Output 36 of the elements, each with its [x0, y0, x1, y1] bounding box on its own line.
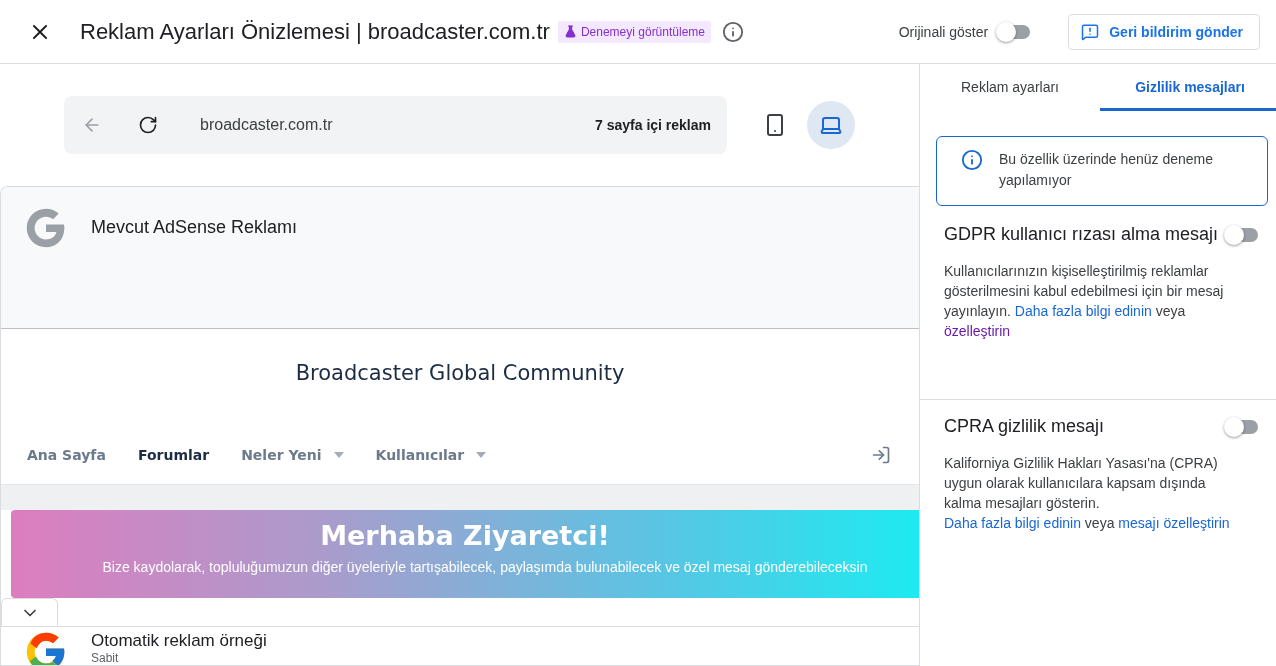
- feedback-button[interactable]: Geri bildirim gönder: [1068, 13, 1260, 50]
- g-logo-icon: [25, 207, 67, 249]
- site-title: Broadcaster Global Community: [294, 360, 626, 387]
- login-icon[interactable]: [871, 444, 891, 465]
- message-toggle[interactable]: [1224, 416, 1260, 437]
- notice-text: Bu özellik üzerinde henüz deneme yapılamıyor: [999, 150, 1215, 190]
- learn-link[interactable]: özelleştirin: [944, 323, 1011, 339]
- nav-link[interactable]: Neler Yeni: [241, 446, 344, 463]
- reload-icon: [138, 115, 158, 135]
- nav-link[interactable]: Forumlar: [137, 446, 210, 463]
- banner-title: Merhaba Ziyaretci!: [320, 520, 610, 551]
- learn-link[interactable]: Daha fazla bilgi edinin: [944, 515, 1081, 531]
- section-title: CPRA gizlilik mesajı: [944, 416, 1105, 437]
- desktop-view-button[interactable]: [807, 101, 855, 149]
- ad-title: Mevcut AdSense Reklamı: [91, 217, 298, 238]
- learn-link[interactable]: Daha fazla bilgi edinin: [1014, 303, 1152, 319]
- g-logo-icon: [25, 631, 67, 665]
- section-description: Kaliforniya Gizlilik Hakları Yasası'na (CPRA) uygun olarak kullanıcılara kapsam dışında kalma mesajları gösterin. Daha fazla bilgi edinin veya mesajı özelleştirin: [944, 454, 1231, 533]
- feedback-icon: [1081, 22, 1100, 41]
- section-title: GDPR kullanıcı rızası alma mesajı: [944, 224, 1219, 245]
- ad-title: Otomatik reklam örneği: [91, 631, 267, 651]
- info-icon: [961, 149, 983, 171]
- section-description: Kullanıcılarınızın kişiselleştirilmiş reklamlar gösterilmesini kabul edebilmesi için bir mesaj yayınlayın. Daha fazla bilgi edinin veya özelleştirin: [944, 262, 1225, 341]
- learn-link[interactable]: mesajı özelleştirin: [1118, 515, 1230, 531]
- message-toggle[interactable]: [1224, 224, 1260, 245]
- url-text: broadcaster.com.tr: [200, 116, 334, 134]
- ad-count: 7 sayfa içi reklam: [595, 117, 711, 133]
- experiment-badge: Denemeyi görüntüleme: [557, 20, 711, 43]
- nav-link[interactable]: Kullanıcılar: [375, 446, 487, 463]
- ad-subtitle: Sabit: [91, 651, 120, 665]
- nav-link[interactable]: Ana Sayfa: [27, 446, 106, 463]
- banner-text: Bize kaydolarak, topluluğumuzun diğer üyeleriyle tartışabilecek, paylaşımda bulunabilecek ve özel mesaj gönderebileceksin: [101, 559, 868, 575]
- tab[interactable]: Gizlilik mesajları: [1100, 64, 1276, 111]
- tab[interactable]: Reklam ayarları: [920, 64, 1100, 111]
- toggle-label: Orijinali göster: [898, 23, 989, 40]
- window-title: Reklam Ayarları Önizlemesi | broadcaster.com.tr: [80, 18, 550, 45]
